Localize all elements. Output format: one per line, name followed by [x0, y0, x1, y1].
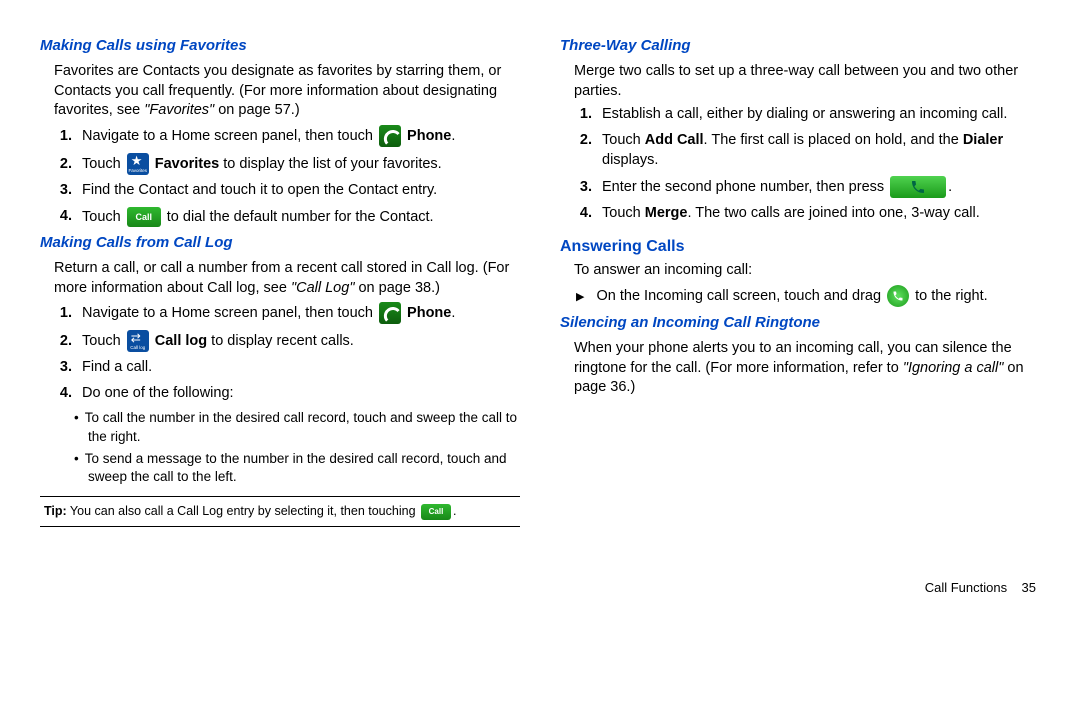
step: Touch Call to dial the default number fo…	[76, 207, 520, 227]
text: Enter the second phone number, then pres…	[602, 179, 888, 195]
text: to display recent calls.	[207, 333, 354, 349]
page-footer: Call Functions 35	[40, 579, 1040, 597]
text: Return a call, or call a number from a r…	[54, 260, 509, 296]
label: Dialer	[963, 132, 1003, 148]
tip-label: Tip:	[44, 504, 67, 518]
text: displays.	[602, 152, 658, 168]
text: .	[451, 128, 455, 144]
step: Navigate to a Home screen panel, then to…	[76, 302, 520, 324]
heading-answering: Answering Calls	[560, 236, 1040, 258]
label: Phone	[407, 305, 451, 321]
answer-circle-icon	[887, 285, 909, 307]
xref-ignoring: "Ignoring a call"	[903, 360, 1004, 376]
step: Establish a call, either by dialing or a…	[596, 105, 1040, 125]
label: Call log	[155, 333, 207, 349]
step: Touch Add Call. The first call is placed…	[596, 131, 1040, 170]
calllog-steps: Navigate to a Home screen panel, then to…	[54, 302, 520, 403]
step: Find a call.	[76, 358, 520, 378]
text: Navigate to a Home screen panel, then to…	[82, 305, 377, 321]
label: Favorites	[155, 156, 219, 172]
text: to dial the default number for the Conta…	[163, 208, 434, 224]
right-column: Three-Way Calling Merge two calls to set…	[560, 30, 1040, 531]
text: Touch	[82, 156, 125, 172]
calllog-intro: Return a call, or call a number from a r…	[54, 259, 520, 298]
three-way-intro: Merge two calls to set up a three-way ca…	[574, 62, 1040, 101]
text: on page 57.)	[214, 102, 299, 118]
label: Merge	[645, 205, 688, 221]
favorites-icon	[127, 153, 149, 175]
xref-favorites: "Favorites"	[144, 102, 214, 118]
step: On the Incoming call screen, touch and d…	[596, 285, 1040, 307]
call-pill-icon	[890, 176, 946, 198]
three-way-steps: Establish a call, either by dialing or a…	[574, 105, 1040, 223]
bullet: To call the number in the desired call r…	[88, 409, 520, 445]
tip-text: You can also call a Call Log entry by se…	[67, 504, 419, 518]
phone-icon	[379, 302, 401, 324]
answering-steps: On the Incoming call screen, touch and d…	[574, 285, 1040, 307]
text: Touch	[602, 132, 645, 148]
heading-call-log: Making Calls from Call Log	[40, 233, 520, 253]
tip-box: Tip: You can also call a Call Log entry …	[40, 496, 520, 527]
section-name: Call Functions	[925, 580, 1007, 595]
text: . The first call is placed on hold, and …	[704, 132, 963, 148]
step: Do one of the following:	[76, 384, 520, 404]
label: Phone	[407, 128, 451, 144]
calllog-sub-bullets: To call the number in the desired call r…	[74, 409, 520, 486]
page-number: 35	[1022, 580, 1036, 595]
answering-intro: To answer an incoming call:	[574, 261, 1040, 281]
xref-calllog: "Call Log"	[291, 280, 355, 296]
heading-three-way: Three-Way Calling	[560, 36, 1040, 56]
left-column: Making Calls using Favorites Favorites a…	[40, 30, 520, 531]
text: .	[948, 179, 952, 195]
step: Touch Favorites to display the list of y…	[76, 153, 520, 175]
favorites-intro: Favorites are Contacts you designate as …	[54, 62, 520, 121]
step: Touch Call log to display recent calls.	[76, 330, 520, 352]
call-button-icon: Call	[127, 207, 161, 227]
text: Touch	[82, 208, 125, 224]
two-column-layout: Making Calls using Favorites Favorites a…	[40, 30, 1040, 531]
text: . The two calls are joined into one, 3-w…	[687, 205, 979, 221]
label: Add Call	[645, 132, 704, 148]
step: Touch Merge. The two calls are joined in…	[596, 204, 1040, 224]
favorites-steps: Navigate to a Home screen panel, then to…	[54, 125, 520, 227]
step: Enter the second phone number, then pres…	[596, 176, 1040, 198]
text: Touch	[82, 333, 125, 349]
text: on page 38.)	[354, 280, 439, 296]
text: to display the list of your favorites.	[219, 156, 441, 172]
step: Find the Contact and touch it to open th…	[76, 181, 520, 201]
text: .	[453, 504, 456, 518]
text: Navigate to a Home screen panel, then to…	[82, 128, 377, 144]
text: .	[451, 305, 455, 321]
heading-silencing: Silencing an Incoming Call Ringtone	[560, 313, 1040, 333]
silencing-text: When your phone alerts you to an incomin…	[574, 339, 1040, 398]
step: Navigate to a Home screen panel, then to…	[76, 125, 520, 147]
text: On the Incoming call screen, touch and d…	[597, 288, 886, 304]
call-button-icon: Call	[421, 504, 451, 520]
text: to the right.	[911, 288, 988, 304]
phone-icon	[379, 125, 401, 147]
text: Touch	[602, 205, 645, 221]
heading-favorites: Making Calls using Favorites	[40, 36, 520, 56]
call-log-icon	[127, 330, 149, 352]
bullet: To send a message to the number in the d…	[88, 450, 520, 486]
